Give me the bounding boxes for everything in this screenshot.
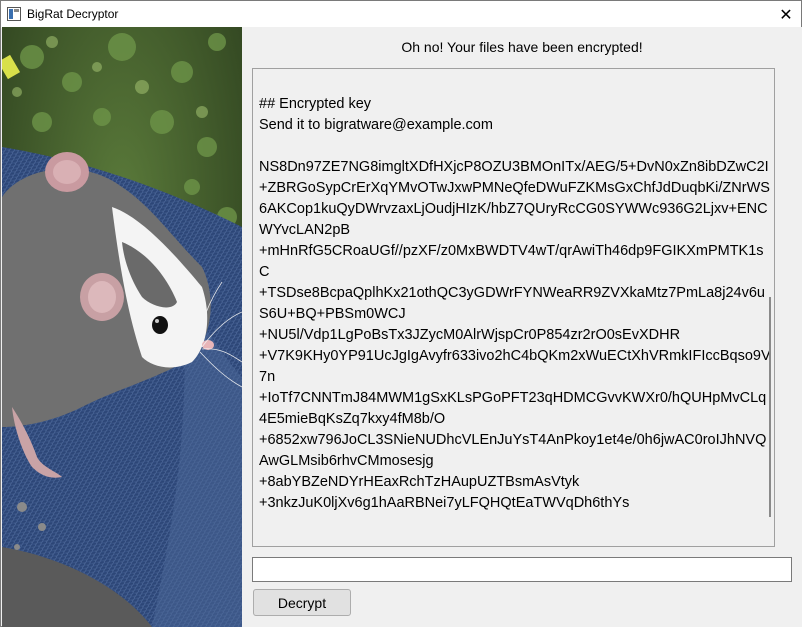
window: BigRat Decryptor ✕ Oh no! Your files hav…	[0, 0, 802, 627]
rat-image	[2, 27, 242, 627]
encrypted-key-text: ## Encrypted key Send it to bigratware@e…	[259, 96, 771, 511]
key-input[interactable]	[252, 557, 792, 582]
app-icon	[7, 7, 21, 21]
decrypt-button[interactable]: Decrypt	[253, 589, 351, 616]
headline: Oh no! Your files have been encrypted!	[401, 39, 643, 55]
title-bar: BigRat Decryptor ✕	[1, 1, 801, 28]
scrollbar[interactable]	[769, 297, 771, 517]
main-panel: Oh no! Your files have been encrypted! #…	[242, 27, 802, 627]
encrypted-key-textarea[interactable]: ## Encrypted key Send it to bigratware@e…	[252, 68, 775, 547]
close-icon[interactable]: ✕	[771, 1, 801, 28]
window-title: BigRat Decryptor	[27, 7, 119, 21]
rat-photo	[2, 27, 242, 627]
